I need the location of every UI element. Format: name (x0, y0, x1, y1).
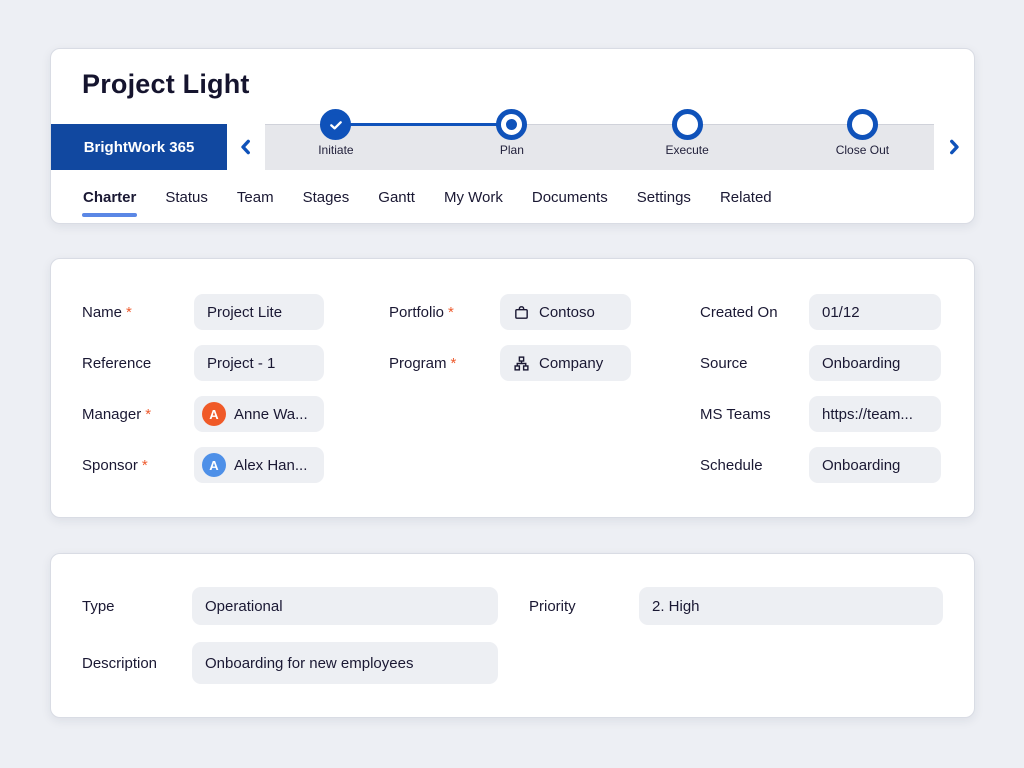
required-marker: * (450, 354, 457, 372)
tab-settings[interactable]: Settings (636, 187, 692, 208)
description-field[interactable]: Onboarding for new employees (192, 642, 498, 684)
created-on-field[interactable]: 01/12 (809, 294, 941, 330)
check-icon (330, 120, 342, 129)
priority-label: Priority (529, 597, 576, 615)
stage-done-icon (320, 109, 352, 140)
type-field[interactable]: Operational (192, 587, 498, 625)
sponsor-avatar: A (202, 453, 226, 477)
sponsor-label: Sponsor * (82, 456, 148, 474)
details-form-card: Type Operational Priority 2. High Descri… (50, 553, 975, 718)
org-chart-icon (513, 355, 530, 372)
tab-status[interactable]: Status (164, 187, 209, 208)
manager-label: Manager * (82, 405, 152, 423)
tab-related[interactable]: Related (719, 187, 773, 208)
tab-stages[interactable]: Stages (302, 187, 351, 208)
tab-bar: Charter Status Team Stages Gantt My Work… (82, 170, 773, 223)
stage-plan[interactable]: Plan (464, 109, 560, 157)
sponsor-value: Alex Han... (234, 456, 308, 474)
manager-value: Anne Wa... (234, 405, 308, 423)
stage-initiate[interactable]: Initiate (288, 109, 384, 157)
stage-scroll-right-button[interactable] (934, 124, 974, 170)
stage-label: Plan (499, 143, 524, 157)
chevron-left-icon (237, 136, 255, 158)
program-value: Company (539, 354, 604, 372)
required-marker: * (126, 303, 132, 321)
source-label: Source (700, 354, 748, 372)
briefcase-icon (513, 304, 530, 321)
program-label: Program * (389, 354, 457, 372)
type-label: Type (82, 597, 115, 615)
description-label: Description (82, 654, 158, 672)
portfolio-label: Portfolio * (389, 303, 454, 321)
tab-gantt[interactable]: Gantt (377, 187, 416, 208)
project-header-card: Project Light BrightWork 365 Initiate Pl… (50, 48, 975, 224)
tab-charter[interactable]: Charter (82, 187, 138, 217)
tab-documents[interactable]: Documents (531, 187, 609, 208)
required-marker: * (145, 405, 152, 423)
stage-execute[interactable]: Execute (639, 109, 735, 157)
sponsor-field[interactable]: A Alex Han... (194, 447, 324, 483)
stage-label: Close Out (835, 143, 890, 157)
stage-scroll-left-button[interactable] (227, 124, 265, 170)
created-on-label: Created On (700, 303, 778, 321)
stage-todo-icon (846, 109, 878, 140)
ms-teams-label: MS Teams (700, 405, 771, 423)
name-field[interactable]: Project Lite (194, 294, 324, 330)
priority-field[interactable]: 2. High (639, 587, 943, 625)
charter-form-card: Name * Project Lite Reference Project - 1… (50, 258, 975, 518)
stage-close-out[interactable]: Close Out (814, 109, 910, 157)
page-title: Project Light (82, 69, 250, 99)
tab-team[interactable]: Team (236, 187, 275, 208)
stage-label: Initiate (318, 143, 354, 157)
manager-avatar: A (202, 402, 226, 426)
portfolio-value: Contoso (539, 303, 595, 321)
ms-teams-field[interactable]: https://team... (809, 396, 941, 432)
stage-track: Initiate Plan Execute Close Out (265, 109, 934, 170)
required-marker: * (141, 456, 148, 474)
schedule-field[interactable]: Onboarding (809, 447, 941, 483)
stage-label: Execute (665, 143, 709, 157)
reference-field[interactable]: Project - 1 (194, 345, 324, 381)
name-label: Name * (82, 303, 132, 321)
schedule-label: Schedule (700, 456, 763, 474)
source-field[interactable]: Onboarding (809, 345, 941, 381)
tab-my-work[interactable]: My Work (443, 187, 504, 208)
manager-field[interactable]: A Anne Wa... (194, 396, 324, 432)
stage-todo-icon (671, 109, 703, 140)
stage-current-icon (496, 109, 528, 140)
brightwork-badge: BrightWork 365 (51, 124, 227, 170)
required-marker: * (448, 303, 454, 321)
chevron-right-icon (945, 136, 963, 158)
program-field[interactable]: Company (500, 345, 631, 381)
portfolio-field[interactable]: Contoso (500, 294, 631, 330)
reference-label: Reference (82, 354, 152, 372)
stage-bar: BrightWork 365 Initiate Plan Execute Clo… (51, 109, 974, 170)
